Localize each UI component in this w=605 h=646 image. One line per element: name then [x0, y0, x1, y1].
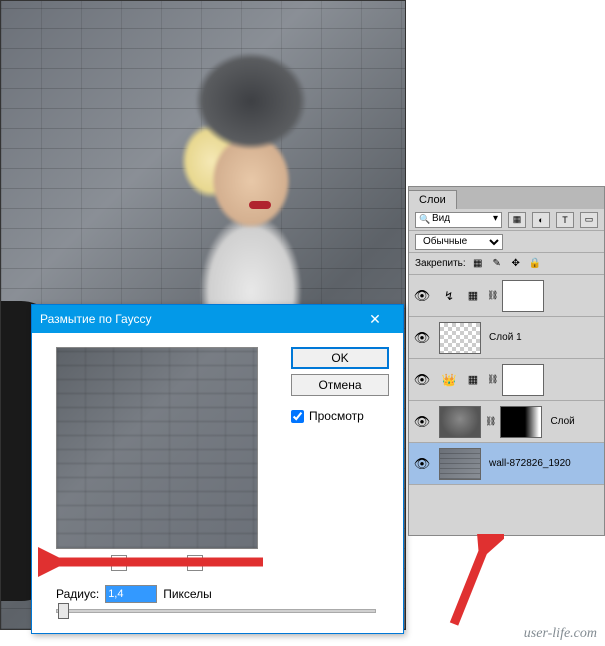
- cancel-button[interactable]: Отмена: [291, 374, 389, 396]
- layer-thumb[interactable]: ▦: [463, 280, 483, 312]
- layers-list: 👁 ↯ ▦ ⛓ 👁 Слой 1 👁 👑 ▦ ⛓ 👁 ⛓ Слой 👁 wall-872826_1920: [409, 275, 604, 485]
- layer-thumbs: ⛓: [435, 406, 546, 438]
- gaussian-blur-dialog: Размытие по Гауссу ✕ − 100% + OK Отмена …: [31, 304, 404, 634]
- tab-layers[interactable]: Слои: [409, 190, 457, 209]
- layer-name[interactable]: wall-872826_1920: [485, 458, 604, 469]
- filter-icon-1[interactable]: ▦: [508, 212, 526, 228]
- radius-row: Радиус: Пикселы: [56, 585, 212, 603]
- preview-checkbox[interactable]: [291, 410, 304, 423]
- layer-row[interactable]: 👁 ↯ ▦ ⛓: [409, 275, 604, 317]
- preview-thumbnail[interactable]: [56, 347, 258, 549]
- zoom-value: 100%: [143, 557, 171, 569]
- annotation-arrow-layer: [424, 534, 504, 629]
- dialog-body: − 100% + OK Отмена Просмотр Радиус: Пикс…: [32, 333, 403, 633]
- link-icon[interactable]: ⛓: [487, 374, 498, 385]
- layer-mask-thumb[interactable]: [500, 406, 542, 438]
- lock-brush-icon[interactable]: ✎: [489, 257, 505, 271]
- link-icon[interactable]: ⛓: [487, 290, 498, 301]
- zoom-in-button[interactable]: +: [187, 555, 203, 571]
- layer-filter-row: 🔍Вид▾ ▦ ◐ T ▭: [409, 209, 604, 231]
- link-icon[interactable]: ⛓: [485, 416, 496, 427]
- lock-pixels-icon[interactable]: ▦: [470, 257, 486, 271]
- adjustment-icon: ↯: [439, 289, 459, 303]
- layer-visibility-icon[interactable]: 👁: [409, 288, 435, 304]
- lock-all-icon[interactable]: 🔒: [527, 257, 543, 271]
- adjustment-icon: 👑: [439, 373, 459, 387]
- layer-row[interactable]: 👁 👑 ▦ ⛓: [409, 359, 604, 401]
- layer-visibility-icon[interactable]: 👁: [409, 330, 435, 346]
- lock-row: Закрепить: ▦ ✎ ✥ 🔒: [409, 253, 604, 275]
- filter-icon-2[interactable]: ◐: [532, 212, 550, 228]
- lock-label: Закрепить:: [415, 258, 466, 269]
- radius-input[interactable]: [105, 585, 157, 603]
- layer-thumb[interactable]: [439, 406, 481, 438]
- zoom-controls: − 100% +: [56, 555, 258, 571]
- layer-visibility-icon[interactable]: 👁: [409, 414, 435, 430]
- layer-name[interactable]: Слой: [546, 416, 604, 427]
- preview-checkbox-row[interactable]: Просмотр: [291, 409, 389, 423]
- lock-move-icon[interactable]: ✥: [508, 257, 524, 271]
- blend-row: Обычные: [409, 231, 604, 253]
- layer-thumbs: [435, 448, 485, 480]
- radius-unit: Пикселы: [163, 587, 212, 601]
- dialog-titlebar[interactable]: Размытие по Гауссу ✕: [32, 305, 403, 333]
- layer-thumb[interactable]: [439, 448, 481, 480]
- filter-icon-4[interactable]: ▭: [580, 212, 598, 228]
- radius-slider-thumb[interactable]: [58, 603, 69, 619]
- dialog-title: Размытие по Гауссу: [40, 312, 355, 326]
- layer-thumbs: 👑 ▦ ⛓: [435, 364, 548, 396]
- layer-thumb[interactable]: ▦: [463, 364, 483, 396]
- filter-type-select[interactable]: 🔍Вид▾: [415, 212, 502, 228]
- layer-thumbs: [435, 322, 485, 354]
- subject-lips: [249, 201, 271, 209]
- layer-row[interactable]: 👁 wall-872826_1920: [409, 443, 604, 485]
- layer-visibility-icon[interactable]: 👁: [409, 456, 435, 472]
- layer-mask-thumb[interactable]: [502, 280, 544, 312]
- preview-checkbox-label: Просмотр: [309, 409, 364, 423]
- ok-button[interactable]: OK: [291, 347, 389, 369]
- radius-label: Радиус:: [56, 587, 99, 601]
- layer-row[interactable]: 👁 ⛓ Слой: [409, 401, 604, 443]
- watermark: user-life.com: [524, 626, 597, 642]
- layer-name[interactable]: Слой 1: [485, 332, 604, 343]
- layer-mask-thumb[interactable]: [502, 364, 544, 396]
- layer-visibility-icon[interactable]: 👁: [409, 372, 435, 388]
- close-icon[interactable]: ✕: [355, 305, 395, 333]
- zoom-out-button[interactable]: −: [111, 555, 127, 571]
- panel-tabs: Слои: [409, 187, 604, 209]
- radius-slider-track[interactable]: [56, 609, 376, 613]
- layer-row[interactable]: 👁 Слой 1: [409, 317, 604, 359]
- filter-icon-3[interactable]: T: [556, 212, 574, 228]
- blend-mode-select[interactable]: Обычные: [415, 234, 503, 250]
- layers-panel: Слои 🔍Вид▾ ▦ ◐ T ▭ Обычные Закрепить: ▦ …: [408, 186, 605, 536]
- layer-thumb[interactable]: [439, 322, 481, 354]
- layer-thumbs: ↯ ▦ ⛓: [435, 280, 548, 312]
